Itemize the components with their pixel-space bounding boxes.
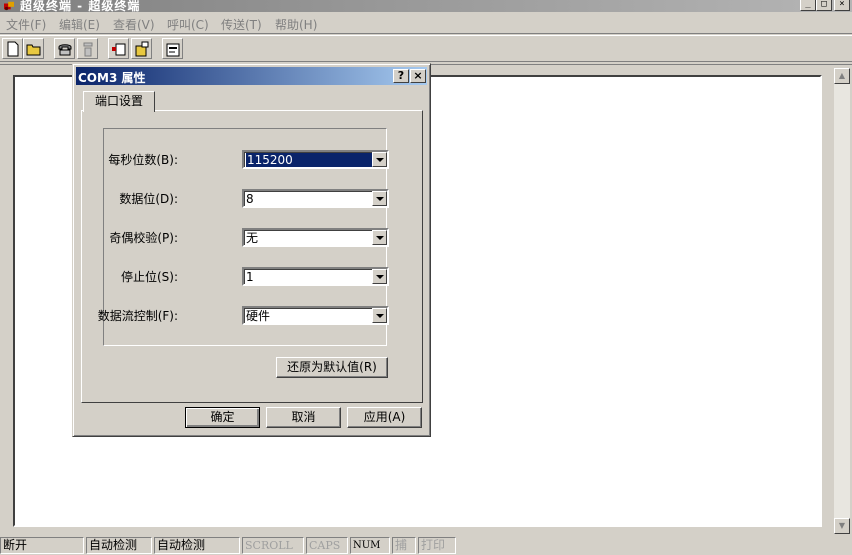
receive-button[interactable] <box>131 38 152 59</box>
cancel-button[interactable]: 取消 <box>266 407 341 428</box>
send-button[interactable] <box>108 38 129 59</box>
status-capture: 捕 <box>392 537 416 554</box>
flow-control-select[interactable]: 硬件 <box>242 306 389 325</box>
flow-control-label: 数据流控制(F): <box>97 309 178 323</box>
stop-bits-select[interactable]: 1 <box>242 267 389 286</box>
scroll-up-arrow-icon[interactable]: ▲ <box>834 68 850 84</box>
apply-button[interactable]: 应用(A) <box>347 407 422 428</box>
status-detect-1: 自动检测 <box>86 537 152 554</box>
vertical-scrollbar[interactable]: ▲ ▼ <box>834 68 850 534</box>
ok-button[interactable]: 确定 <box>185 407 260 428</box>
status-connection: 断开 <box>0 537 84 554</box>
window-titlebar: 超级终端 - 超级终端 _ □ × <box>0 0 852 13</box>
status-bar: 断开 自动检测 自动检测 SCROLL CAPS NUM 捕 打印 <box>0 536 852 555</box>
send-icon <box>112 43 126 56</box>
disconnect-icon <box>83 42 93 57</box>
open-button[interactable] <box>23 38 44 59</box>
port-settings-group: 每秒位数(B): 115200 数据位(D): 8 奇偶校验(P): 无 停止位… <box>98 128 389 346</box>
bits-per-second-label: 每秒位数(B): <box>108 153 178 167</box>
disconnect-button[interactable] <box>77 38 98 59</box>
window-title: 超级终端 - 超级终端 <box>20 0 141 13</box>
menu-edit[interactable]: 编辑(E) <box>59 16 100 33</box>
call-icon <box>58 44 72 56</box>
tab-panel: 每秒位数(B): 115200 数据位(D): 8 奇偶校验(P): 无 停止位… <box>81 110 423 403</box>
dialog-close-button[interactable]: × <box>410 69 426 83</box>
new-icon <box>7 41 19 57</box>
maximize-button[interactable]: □ <box>816 0 832 11</box>
stop-bits-value: 1 <box>246 270 254 284</box>
menu-view[interactable]: 查看(V) <box>113 16 155 33</box>
menu-call[interactable]: 呼叫(C) <box>167 16 209 33</box>
menu-bar: 文件(F) 编辑(E) 查看(V) 呼叫(C) 传送(T) 帮助(H) <box>0 14 852 34</box>
dialog-help-button[interactable]: ? <box>393 69 409 83</box>
new-button[interactable] <box>2 38 23 59</box>
tab-port-settings[interactable]: 端口设置 <box>83 91 155 112</box>
call-button[interactable] <box>54 38 75 59</box>
minimize-button[interactable]: _ <box>800 0 816 11</box>
open-icon <box>26 44 41 56</box>
chevron-down-icon[interactable] <box>372 191 387 206</box>
chevron-down-icon[interactable] <box>372 152 387 167</box>
parity-value: 无 <box>246 231 259 245</box>
properties-icon <box>166 43 180 57</box>
chevron-down-icon[interactable] <box>372 308 387 323</box>
toolbar <box>0 35 852 62</box>
bits-per-second-select[interactable]: 115200 <box>242 150 389 169</box>
status-caps: CAPS <box>306 537 348 554</box>
parity-select[interactable]: 无 <box>242 228 389 247</box>
data-bits-value: 8 <box>246 192 254 206</box>
menu-file[interactable]: 文件(F) <box>6 16 46 33</box>
close-button[interactable]: × <box>834 0 850 11</box>
dialog-titlebar: COM3 属性 ? × <box>76 67 427 85</box>
dialog-title: COM3 属性 <box>78 71 146 85</box>
chevron-down-icon[interactable] <box>372 230 387 245</box>
data-bits-select[interactable]: 8 <box>242 189 389 208</box>
status-scroll: SCROLL <box>242 537 304 554</box>
properties-button[interactable] <box>162 38 183 59</box>
menu-help[interactable]: 帮助(H) <box>275 16 317 33</box>
bits-per-second-value: 115200 <box>246 153 372 167</box>
data-bits-label: 数据位(D): <box>119 192 178 206</box>
flow-control-value: 硬件 <box>246 309 271 323</box>
receive-icon <box>135 41 149 57</box>
parity-label: 奇偶校验(P): <box>109 231 178 245</box>
stop-bits-label: 停止位(S): <box>120 270 178 284</box>
hyperterminal-app-icon <box>4 1 14 11</box>
scroll-down-arrow-icon[interactable]: ▼ <box>834 518 850 534</box>
status-print: 打印 <box>418 537 456 554</box>
com3-properties-dialog: COM3 属性 ? × 端口设置 每秒位数(B): 115200 数据位(D):… <box>72 63 431 437</box>
status-num: NUM <box>350 537 390 554</box>
restore-defaults-button[interactable]: 还原为默认值(R) <box>276 357 388 378</box>
chevron-down-icon[interactable] <box>372 269 387 284</box>
menu-transfer[interactable]: 传送(T) <box>221 16 262 33</box>
status-detect-2: 自动检测 <box>154 537 240 554</box>
